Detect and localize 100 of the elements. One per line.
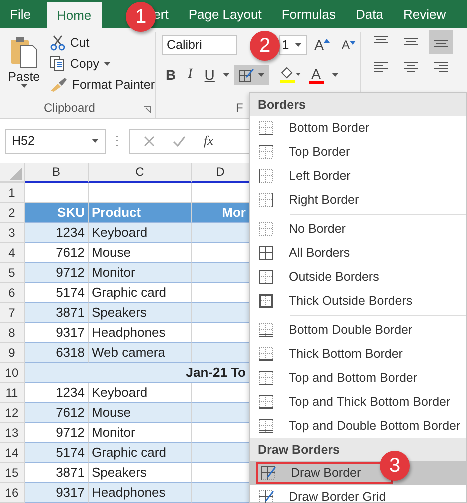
table-cell: SKU <box>25 203 89 223</box>
menu-item[interactable]: Top and Double Bottom Border <box>250 414 466 438</box>
border-icon <box>258 418 274 434</box>
table-cell: 1234 <box>25 223 89 243</box>
table-cell <box>192 343 250 363</box>
menu-item[interactable]: Draw Border Grid <box>250 485 466 503</box>
copy-button[interactable]: Copy <box>50 55 155 73</box>
table-cell: Speakers <box>89 303 192 323</box>
insert-function-button[interactable]: fx <box>204 133 214 149</box>
table-cell: 9712 <box>25 263 89 283</box>
border-icon <box>258 489 274 503</box>
menu-item[interactable]: Thick Bottom Border <box>250 342 466 366</box>
menu-item[interactable]: Top Border <box>250 140 466 164</box>
row-header[interactable]: 14 <box>0 443 25 463</box>
menu-item[interactable]: Bottom Double Border <box>250 318 466 342</box>
menu-item[interactable]: Thick Outside Borders <box>250 289 466 313</box>
border-icon <box>258 394 274 410</box>
name-box[interactable]: H52 <box>5 128 106 154</box>
row-header[interactable]: 15 <box>0 463 25 483</box>
row-header[interactable]: 5 <box>0 263 25 283</box>
align-icon[interactable] <box>429 30 453 54</box>
table-cell: Web camera <box>89 343 192 363</box>
menu-item[interactable]: Top and Thick Bottom Border <box>250 390 466 414</box>
menu-item[interactable]: No Border <box>250 217 466 241</box>
menu-item[interactable]: Top and Bottom Border <box>250 366 466 390</box>
table-cell: Jan-21 To <box>25 363 250 383</box>
column-header[interactable]: D <box>192 163 250 183</box>
column-header[interactable]: C <box>89 163 192 183</box>
group-label: F <box>236 101 244 115</box>
table-cell: 6318 <box>25 343 89 363</box>
table-cell: 9317 <box>25 483 89 503</box>
borders-button[interactable] <box>234 65 269 85</box>
caret-icon[interactable] <box>332 73 339 77</box>
ribbon-tab[interactable]: Review <box>393 0 456 28</box>
row-header[interactable]: 9 <box>0 343 25 363</box>
ribbon-tab[interactable]: Page Layout <box>178 0 272 28</box>
menu-section-header: Borders <box>250 93 466 116</box>
column-header[interactable]: B <box>25 163 89 183</box>
border-icon <box>258 346 274 362</box>
dialog-launcher-icon[interactable] <box>144 106 151 113</box>
row-header[interactable]: 2 <box>0 203 25 223</box>
caret-icon[interactable] <box>222 73 230 77</box>
ribbon-tab[interactable]: Home <box>46 2 102 28</box>
ribbon-tab[interactable]: Formulas <box>272 0 346 28</box>
menu-item[interactable]: All Borders <box>250 241 466 265</box>
font-color-button[interactable]: A <box>304 66 328 84</box>
table-cell <box>192 263 250 283</box>
table-cell: Mor <box>192 203 250 223</box>
row-header[interactable]: 16 <box>0 483 25 503</box>
table-cell: Graphic card <box>89 443 192 463</box>
check-icon[interactable] <box>173 136 186 146</box>
shrink-font-button[interactable]: A <box>338 36 360 54</box>
table-cell <box>192 443 250 463</box>
up-arrow-icon <box>324 39 330 43</box>
row-header[interactable]: 4 <box>0 243 25 263</box>
underline-button[interactable]: U <box>200 65 219 85</box>
row-header[interactable]: 6 <box>0 283 25 303</box>
row-header[interactable]: 3 <box>0 223 25 243</box>
ribbon-tab[interactable]: File <box>0 0 41 28</box>
table-cell: 7612 <box>25 403 89 423</box>
row-header[interactable]: 8 <box>0 323 25 343</box>
down-arrow-icon <box>350 41 356 45</box>
fill-color-icon[interactable] <box>278 66 301 84</box>
bold-button[interactable]: B <box>162 65 180 85</box>
copy-icon <box>50 56 66 72</box>
caret-icon[interactable] <box>104 62 111 66</box>
format-painter-button[interactable]: Format Painter <box>50 76 155 94</box>
menu-item[interactable]: Left Border <box>250 164 466 188</box>
row-header[interactable]: 10 <box>0 363 25 383</box>
menu-item[interactable]: Right Border <box>250 188 466 212</box>
table-cell: Product <box>89 203 192 223</box>
font-name-field[interactable]: Calibri <box>162 35 238 55</box>
border-icon <box>258 269 274 285</box>
table-cell <box>192 223 250 243</box>
row-header[interactable]: 1 <box>0 183 25 203</box>
row-header[interactable]: 13 <box>0 423 25 443</box>
border-pencil-icon <box>238 67 254 83</box>
caret-icon[interactable] <box>20 84 28 88</box>
font-size-field[interactable]: 1 <box>279 35 307 55</box>
table-cell <box>192 483 250 503</box>
cut-button[interactable]: Cut <box>50 34 155 52</box>
table-cell: Keyboard <box>89 223 192 243</box>
caret-icon[interactable] <box>294 43 302 47</box>
row-header[interactable]: 12 <box>0 403 25 423</box>
caret-icon[interactable] <box>258 73 265 77</box>
table-cell: 5174 <box>25 443 89 463</box>
caret-icon[interactable] <box>92 139 99 143</box>
table-cell: 3871 <box>25 303 89 323</box>
ribbon-tab[interactable]: Data <box>346 0 394 28</box>
menu-item[interactable]: Bottom Border <box>250 116 466 140</box>
grow-font-button[interactable]: A <box>310 35 334 55</box>
paste-button[interactable]: Paste <box>6 32 42 118</box>
row-header[interactable]: 7 <box>0 303 25 323</box>
border-icon <box>258 293 274 309</box>
border-icon <box>258 245 274 261</box>
menu-item[interactable]: Outside Borders <box>250 265 466 289</box>
table-cell <box>192 403 250 423</box>
row-header[interactable]: 11 <box>0 383 25 403</box>
border-icon <box>258 120 274 136</box>
italic-button[interactable]: I <box>184 65 197 85</box>
